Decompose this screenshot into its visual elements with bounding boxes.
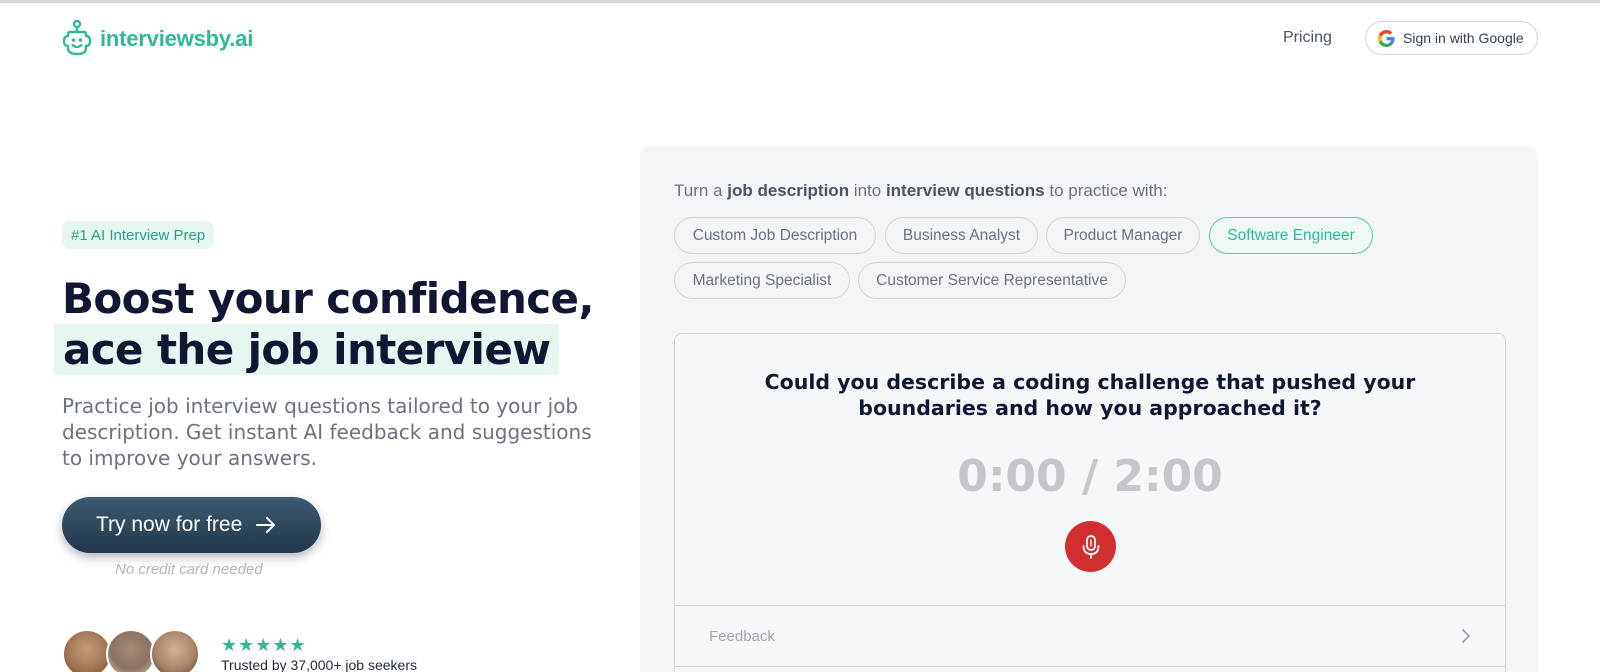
- headline-line-1: Boost your confidence,: [62, 274, 594, 323]
- hero-subtext: Practice job interview questions tailore…: [62, 394, 592, 470]
- robot-logo-icon: [62, 20, 92, 56]
- avatar: [62, 629, 112, 672]
- record-button[interactable]: [1065, 521, 1116, 572]
- avatar: [150, 629, 200, 672]
- avatar: [106, 629, 156, 672]
- microphone-icon: [1082, 534, 1099, 559]
- nav-pricing-link[interactable]: Pricing: [1283, 29, 1332, 47]
- role-chip-marketing-specialist[interactable]: Marketing Specialist: [674, 262, 850, 299]
- role-chip-product-manager[interactable]: Product Manager: [1046, 217, 1200, 254]
- google-g-icon: [1378, 29, 1395, 47]
- try-free-label: Try now for free: [96, 513, 243, 536]
- role-chip-business-analyst[interactable]: Business Analyst: [885, 217, 1038, 254]
- no-credit-card-note: No credit card needed: [115, 561, 263, 578]
- rating-stars: ★★★★★: [221, 635, 307, 655]
- try-free-button[interactable]: Try now for free: [62, 497, 321, 553]
- sign-in-google-button[interactable]: Sign in with Google: [1365, 21, 1538, 55]
- practice-prompt: Turn a job description into interview qu…: [674, 181, 1168, 200]
- interview-question: Could you describe a coding challenge th…: [764, 370, 1416, 420]
- logo-text: interviewsby.ai: [100, 26, 254, 51]
- user-avatars: [62, 629, 200, 672]
- arrow-right-icon: [256, 517, 276, 533]
- google-button-label: Sign in with Google: [1403, 30, 1524, 46]
- chevron-right-icon: [1462, 629, 1470, 643]
- recording-timer: 0:00 / 2:00: [957, 451, 1223, 502]
- role-chip-software-engineer[interactable]: Software Engineer: [1209, 217, 1373, 254]
- role-chip-custom-job-description[interactable]: Custom Job Description: [674, 217, 876, 254]
- trusted-by-text: Trusted by 37,000+ job seekers: [221, 657, 417, 672]
- role-chip-customer-service-representative[interactable]: Customer Service Representative: [858, 262, 1126, 299]
- site-logo[interactable]: interviewsby.ai: [62, 20, 253, 58]
- card-divider: [674, 666, 1506, 667]
- headline-line-2: ace the job interview: [54, 324, 560, 375]
- top-border: [0, 0, 1600, 3]
- feedback-label: Feedback: [709, 627, 775, 645]
- hero-headline: Boost your confidence, ace the job inter…: [54, 273, 594, 375]
- feedback-accordion[interactable]: Feedback: [675, 606, 1505, 666]
- top-badge: #1 AI Interview Prep: [62, 221, 215, 249]
